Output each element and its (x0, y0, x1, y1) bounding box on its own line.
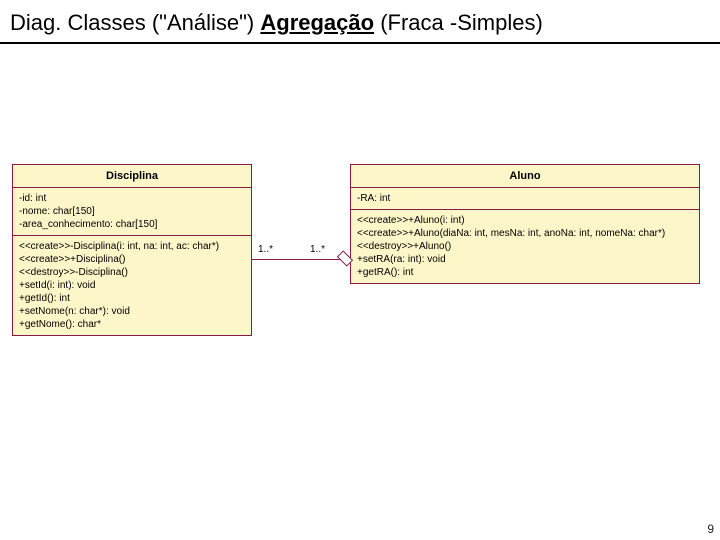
class-name: Disciplina (13, 165, 251, 188)
title-suffix: (Fraca -Simples) (374, 10, 543, 35)
class-aluno: Aluno -RA: int <<create>>+Aluno(i: int) … (350, 164, 700, 284)
title-aggregation-word: Agregação (260, 10, 374, 35)
class-operations: <<create>>+Aluno(i: int) <<create>>+Alun… (351, 210, 699, 283)
aggregation-line (252, 259, 350, 260)
class-attributes: -RA: int (351, 188, 699, 210)
multiplicity-right: 1..* (310, 244, 325, 255)
page-title: Diag. Classes ("Análise") Agregação (Fra… (0, 0, 720, 44)
diagram-canvas: Disciplina -id: int -nome: char[150] -ar… (0, 44, 720, 534)
title-prefix: Diag. Classes ("Análise") (10, 10, 260, 35)
class-name: Aluno (351, 165, 699, 188)
class-disciplina: Disciplina -id: int -nome: char[150] -ar… (12, 164, 252, 336)
page-number: 9 (707, 522, 714, 536)
class-operations: <<create>>-Disciplina(i: int, na: int, a… (13, 236, 251, 335)
class-attributes: -id: int -nome: char[150] -area_conhecim… (13, 188, 251, 236)
multiplicity-left: 1..* (258, 244, 273, 255)
